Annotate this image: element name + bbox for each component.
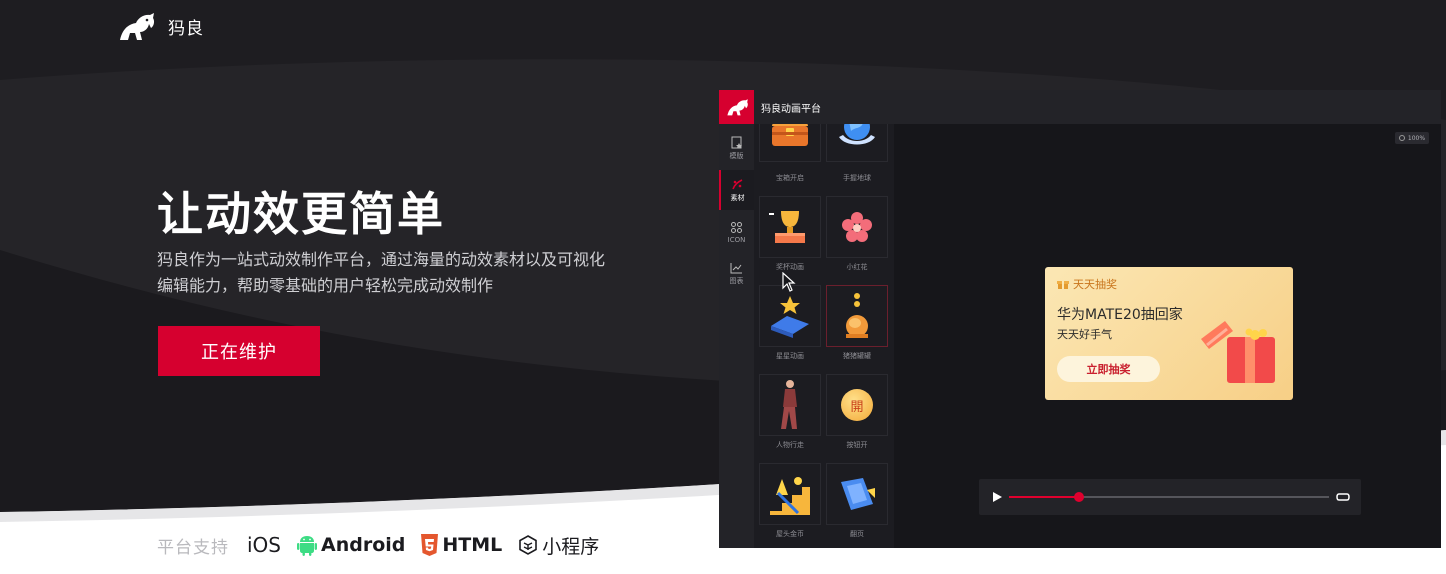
template-icon [731,136,742,148]
hero-description-line: 犸良作为一站式动效制作平台，通过海量的动效素材以及可视化 [157,250,606,269]
rail-item-label: 模版 [729,151,744,160]
app-header: 犸良动画平台 [719,90,1441,124]
app-sidebar: 模版 素材 ICON 图表 [719,124,754,548]
asset-label: 宝箱开启 [776,174,804,182]
html5-icon [421,534,439,556]
star-icon [771,296,809,338]
animation-player [979,479,1361,515]
elephant-logo-icon [726,99,748,116]
asset-label: 屋头金币 [776,530,804,538]
banner-title: 华为MATE20抽回家 [1057,307,1183,323]
android-icon [297,536,317,556]
material-icon [732,178,743,189]
asset-label: 翻页 [850,530,864,538]
platform-name: 小程序 [542,535,600,558]
miniprogram-icon [519,535,538,555]
asset-panel: 宝箱开启 手握地球 奖杯动画 小红花 星星动画 猪猪罐罐 人物行走 開 按钮开 … [754,124,894,548]
platform-android: Android [297,534,405,556]
asset-tile[interactable] [759,285,821,347]
coin-stairs-icon [770,477,810,515]
hero-description: 犸良作为一站式动效制作平台，通过海量的动效素材以及可视化 编辑能力，帮助零基础的… [157,247,627,299]
asset-tile[interactable] [759,124,821,162]
asset-tile[interactable] [826,285,888,347]
zoom-out-icon[interactable] [1398,135,1405,141]
progress-handle[interactable] [1074,492,1085,502]
draw-now-button[interactable]: 立即抽奖 [1057,356,1160,382]
app-title: 犸良动画平台 [761,104,821,115]
elephant-logo-icon[interactable] [116,10,156,42]
rail-item-template[interactable]: 模版 [719,128,754,168]
banner-subtitle: 天天好手气 [1057,328,1112,341]
progress-track[interactable] [1009,492,1329,502]
zoom-level: 100% [1407,134,1426,142]
hero-title: 让动效更简单 [157,187,445,241]
asset-label: 奖杯动画 [776,263,804,271]
globe-hands-icon [839,124,875,145]
rail-item-chart[interactable]: 图表 [719,254,754,294]
platform-ios: iOS [247,533,281,557]
lottery-banner: 天天抽奖 华为MATE20抽回家 天天好手气 立即抽奖 [1045,267,1293,400]
asset-tile[interactable] [826,124,888,162]
asset-tile[interactable] [759,196,821,258]
platform-name: HTML [442,534,503,556]
platform-name: Android [321,534,406,556]
rail-item-icon[interactable]: ICON [719,212,754,252]
rail-item-label: 素材 [730,193,745,202]
trophy-icon [769,211,805,243]
rail-item-label: 图表 [729,277,744,285]
asset-label: 小红花 [846,263,868,271]
open-button-icon: 開 [841,389,873,421]
rail-item-material[interactable]: 素材 [719,170,754,210]
asset-tile[interactable] [826,196,888,258]
flower-icon [842,212,872,242]
top-nav: 犸良 [116,10,204,42]
asset-tile[interactable]: 開 [826,374,888,436]
rail-item-label: ICON [727,235,746,244]
asset-label: 猪猪罐罐 [843,352,871,360]
app-preview: 犸良动画平台 模版 素材 ICON 图表 宝箱开启 手握地球 奖杯动画 小红花 … [719,90,1441,548]
mouse-cursor-icon [782,272,796,292]
asset-label: 人物行走 [776,441,804,449]
app-logo[interactable] [719,90,754,124]
treasure-chest-icon [772,124,808,146]
piggy-bank-icon [846,293,868,338]
asset-label: 按钮开 [846,441,868,449]
platform-html: HTML [421,534,502,556]
brand-name[interactable]: 犸良 [168,14,204,39]
asset-tile[interactable] [759,463,821,525]
asset-label: 星星动画 [776,352,804,360]
open-glyph: 開 [850,399,864,415]
gift-box-icon [1201,321,1275,383]
progress-fill [1009,496,1080,498]
banner-tag: 天天抽奖 [1057,276,1117,292]
platform-support-label: 平台支持 [157,537,229,558]
platform-miniprogram: 小程序 [518,532,599,559]
asset-tile[interactable] [826,463,888,525]
loop-icon[interactable] [1336,490,1350,504]
zoom-control[interactable]: 100% [1395,132,1429,144]
platform-support: 平台支持 iOS Android HTML 小程序 [157,530,615,560]
asset-tile[interactable] [759,374,821,436]
command-icon [731,221,742,233]
maintenance-button[interactable]: 正在维护 [158,326,320,376]
asset-label: 手握地球 [843,174,871,182]
preview-canvas: 100% 天天抽奖 华为MATE20抽回家 天天好手气 立即抽奖 [894,124,1441,548]
hero-description-line: 编辑能力，帮助零基础的用户轻松完成动效制作 [157,276,494,295]
play-icon[interactable] [991,491,1003,503]
platform-name: iOS [247,533,281,557]
gift-icon [1057,281,1069,289]
page-flip-icon [841,478,875,510]
walking-person-icon [781,380,797,429]
chart-icon [730,263,742,274]
banner-tag-text: 天天抽奖 [1073,278,1117,291]
